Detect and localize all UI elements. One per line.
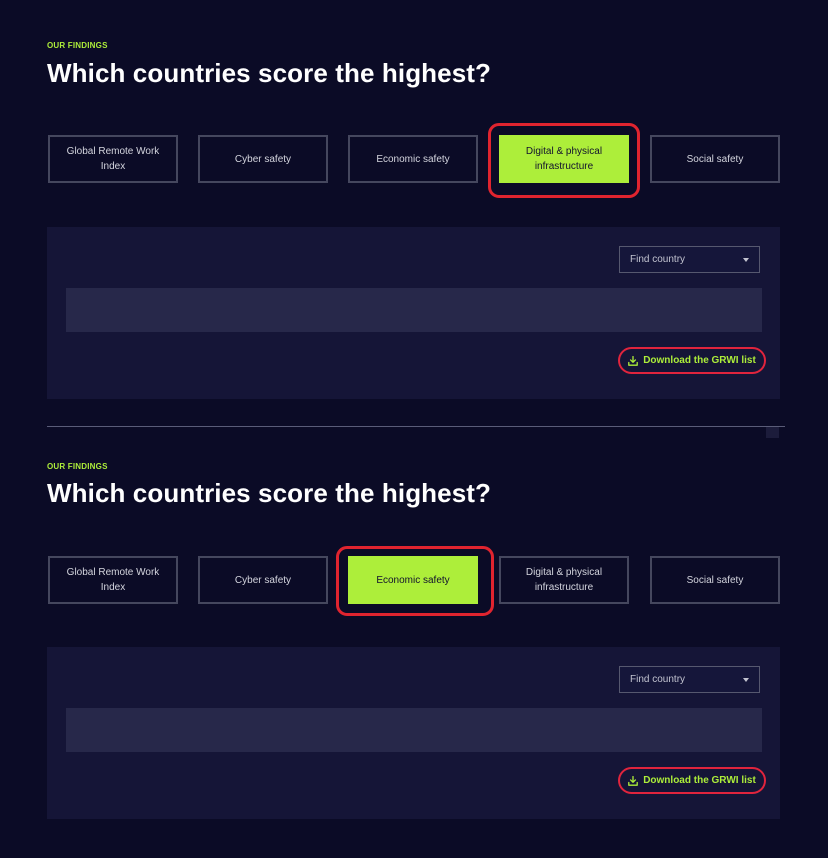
- tab-social-safety[interactable]: Social safety: [650, 556, 780, 604]
- section-eyebrow: OUR FINDINGS: [47, 462, 108, 471]
- tab-economic-safety[interactable]: Economic safety: [348, 135, 478, 183]
- chevron-down-icon: [743, 258, 749, 262]
- download-icon: [628, 775, 639, 786]
- find-country-dropdown[interactable]: Find country: [619, 666, 760, 693]
- tab-social-safety[interactable]: Social safety: [650, 135, 780, 183]
- tab-global-remote-work-index[interactable]: Global Remote Work Index: [48, 135, 178, 183]
- tab-digital-physical-infrastructure[interactable]: Digital & physical infrastructure: [499, 556, 629, 604]
- section-heading: Which countries score the highest?: [47, 478, 492, 508]
- download-grwi-list-button[interactable]: Download the GRWI list: [618, 347, 766, 374]
- findings-section-2: OUR FINDINGS Which countries score the h…: [0, 420, 828, 858]
- ranking-table-placeholder: [66, 288, 762, 332]
- download-label: Download the GRWI list: [643, 355, 756, 366]
- ranking-table-placeholder: [66, 708, 762, 752]
- find-country-dropdown[interactable]: Find country: [619, 246, 760, 273]
- tab-economic-safety[interactable]: Economic safety: [348, 556, 478, 604]
- tab-digital-physical-infrastructure[interactable]: Digital & physical infrastructure: [499, 135, 629, 183]
- tab-cyber-safety[interactable]: Cyber safety: [198, 135, 328, 183]
- section-heading: Which countries score the highest?: [47, 58, 492, 88]
- findings-section-1: OUR FINDINGS Which countries score the h…: [0, 0, 828, 420]
- find-country-label: Find country: [630, 254, 686, 265]
- find-country-label: Find country: [630, 674, 686, 685]
- ranking-panel: Find country Download the GRWI list: [47, 227, 780, 399]
- section-eyebrow: OUR FINDINGS: [47, 41, 108, 50]
- download-icon: [628, 355, 639, 366]
- chevron-down-icon: [743, 678, 749, 682]
- page: OUR FINDINGS Which countries score the h…: [0, 0, 828, 858]
- tab-cyber-safety[interactable]: Cyber safety: [198, 556, 328, 604]
- download-grwi-list-button[interactable]: Download the GRWI list: [618, 767, 766, 794]
- download-label: Download the GRWI list: [643, 775, 756, 786]
- tab-global-remote-work-index[interactable]: Global Remote Work Index: [48, 556, 178, 604]
- ranking-panel: Find country Download the GRWI list: [47, 647, 780, 819]
